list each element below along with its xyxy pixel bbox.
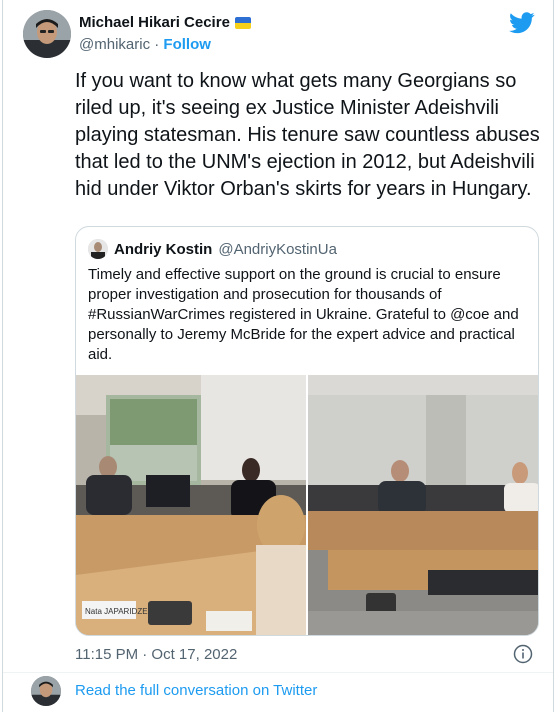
embedded-tweet-card: Michael Hikari Cecire @mhikaric · Follow… [2, 0, 554, 712]
quoted-author-handle: @AndriyKostinUa [218, 240, 337, 258]
follow-button[interactable]: Follow [163, 36, 211, 53]
footer-divider [3, 672, 553, 673]
quoted-tweet-text: Timely and effective support on the grou… [88, 266, 519, 363]
info-icon[interactable] [513, 644, 533, 664]
quoted-tweet[interactable]: Andriy Kostin @AndriyKostinUa Timely and… [75, 226, 539, 636]
quoted-tweet-header: Andriy Kostin @AndriyKostinUa [88, 239, 337, 259]
read-conversation-link[interactable]: Read the full conversation on Twitter [75, 682, 317, 699]
name-placard-text: Nata JAPARIDZE [85, 607, 148, 616]
quoted-author-avatar [88, 239, 108, 259]
quoted-photo-right[interactable] [308, 375, 538, 635]
ukraine-flag-icon [234, 16, 251, 29]
tweet-timestamp[interactable]: 11:15 PM · Oct 17, 2022 [75, 646, 237, 663]
quoted-author-name: Andriy Kostin [114, 240, 213, 258]
separator-dot: · [154, 36, 160, 53]
tweet-text: If you want to know what gets many Georg… [75, 70, 540, 200]
author-name-row: Michael Hikari Cecire [79, 14, 251, 31]
quoted-photo-left[interactable]: Nata JAPARIDZE [76, 375, 306, 635]
author-avatar[interactable] [23, 10, 71, 58]
footer-author-avatar[interactable] [31, 676, 61, 706]
author-name[interactable]: Michael Hikari Cecire [79, 14, 230, 31]
author-handle-row: @mhikaric · Follow [79, 36, 211, 53]
author-handle[interactable]: @mhikaric [79, 36, 150, 53]
twitter-bird-icon[interactable] [509, 12, 535, 34]
